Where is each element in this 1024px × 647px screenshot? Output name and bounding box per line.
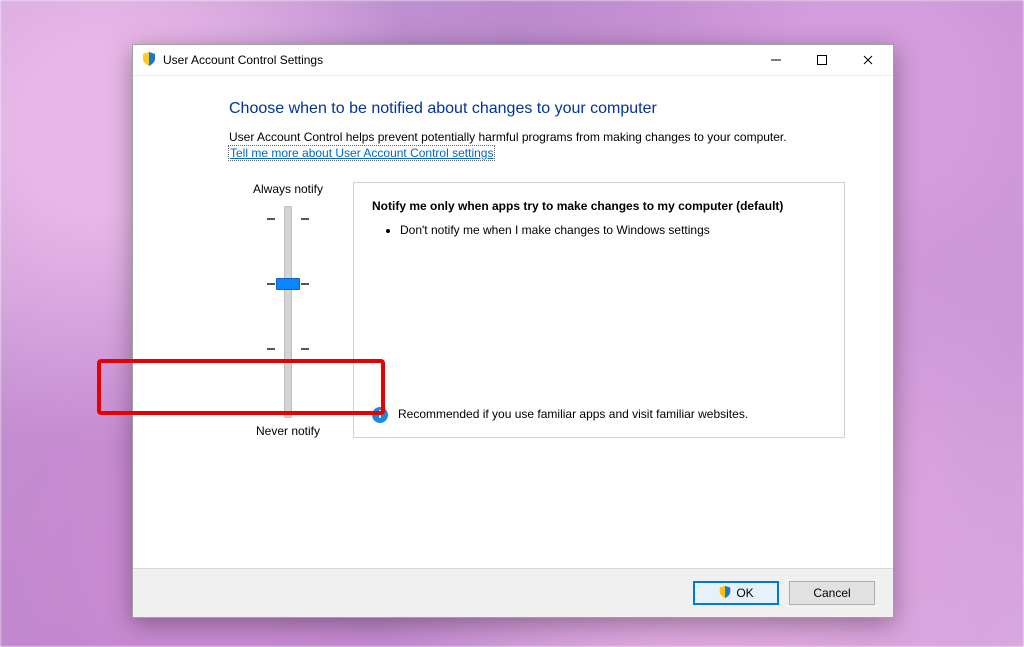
description-bullet: Don't notify me when I make changes to W… (400, 223, 826, 237)
ok-button[interactable]: OK (693, 581, 779, 605)
uac-settings-window: User Account Control Settings Choose whe… (132, 44, 894, 618)
window-body: Choose when to be notified about changes… (133, 76, 893, 568)
intro-text: User Account Control helps prevent poten… (229, 130, 845, 144)
description-title: Notify me only when apps try to make cha… (372, 199, 826, 213)
recommendation-text: Recommended if you use familiar apps and… (398, 407, 748, 421)
shield-icon (718, 585, 732, 602)
window-controls (753, 45, 891, 75)
description-list: Don't notify me when I make changes to W… (372, 223, 826, 241)
minimize-icon (771, 55, 781, 65)
ok-button-label: OK (736, 586, 753, 600)
maximize-icon (817, 55, 827, 65)
info-icon: i (372, 407, 388, 423)
slider-column: Always notify Never notify (229, 182, 347, 438)
notification-slider[interactable] (253, 206, 323, 416)
main-row: Always notify Never notify Notify me onl… (229, 182, 845, 438)
close-button[interactable] (845, 45, 891, 75)
cancel-button-label: Cancel (813, 586, 850, 600)
slider-thumb[interactable] (276, 278, 300, 290)
close-icon (863, 55, 873, 65)
slider-bottom-label: Never notify (229, 424, 347, 438)
minimize-button[interactable] (753, 45, 799, 75)
slider-top-label: Always notify (229, 182, 347, 196)
maximize-button[interactable] (799, 45, 845, 75)
shield-icon (141, 51, 157, 70)
slider-track (284, 206, 292, 418)
help-link[interactable]: Tell me more about User Account Control … (229, 146, 494, 160)
description-panel: Notify me only when apps try to make cha… (353, 182, 845, 438)
window-title: User Account Control Settings (163, 53, 323, 67)
page-heading: Choose when to be notified about changes… (229, 100, 845, 118)
dialog-footer: OK Cancel (133, 568, 893, 617)
cancel-button[interactable]: Cancel (789, 581, 875, 605)
recommendation-row: i Recommended if you use familiar apps a… (372, 407, 826, 423)
titlebar[interactable]: User Account Control Settings (133, 45, 893, 76)
